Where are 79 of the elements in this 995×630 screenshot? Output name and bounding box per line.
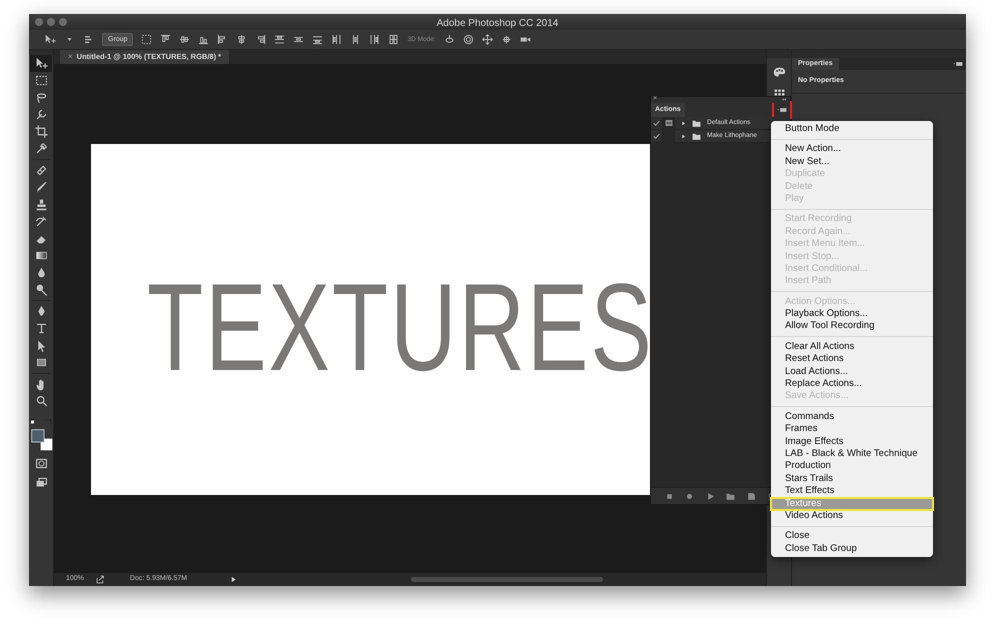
transform-controls-icon[interactable]: [141, 34, 152, 45]
distribute-icon[interactable]: [369, 34, 380, 45]
history-brush-tool[interactable]: [34, 215, 48, 228]
auto-align-icon[interactable]: [388, 34, 400, 45]
distribute-icon[interactable]: [331, 34, 342, 45]
auto-select-icon[interactable]: [83, 34, 94, 45]
rotate-3d-icon[interactable]: [444, 34, 455, 45]
menu-item[interactable]: Reset Actions: [771, 353, 933, 366]
menu-item[interactable]: New Set...: [771, 156, 933, 168]
menu-item[interactable]: Commands: [771, 410, 933, 424]
brush-tool[interactable]: [34, 181, 48, 194]
color-swatches[interactable]: [31, 429, 53, 451]
menu-item[interactable]: Allow Tool Recording: [771, 320, 933, 333]
roll-3d-icon[interactable]: [462, 34, 474, 45]
align-icon[interactable]: [236, 34, 248, 45]
distribute-icon[interactable]: [293, 34, 304, 45]
type-tool[interactable]: [34, 322, 48, 335]
quick-mask-icon[interactable]: [34, 457, 48, 470]
slide-3d-icon[interactable]: [500, 34, 512, 45]
folder-icon[interactable]: [726, 492, 736, 500]
palette-icon[interactable]: [772, 66, 786, 79]
canvas-text: TEXTURES: [147, 266, 651, 390]
check-icon[interactable]: [653, 132, 660, 140]
close-button[interactable]: [35, 18, 43, 26]
menu-item[interactable]: Stars Trails: [771, 472, 933, 486]
new-action-icon[interactable]: [746, 492, 756, 500]
gradient-tool[interactable]: [34, 249, 48, 262]
move-tool[interactable]: [34, 57, 48, 70]
menu-item[interactable]: Replace Actions...: [771, 378, 933, 390]
menu-item[interactable]: Frames: [771, 423, 933, 436]
close-tab-button[interactable]: ×: [64, 50, 77, 64]
panel-menu-icon[interactable]: [953, 59, 963, 69]
marquee-tool[interactable]: [34, 74, 48, 87]
shape-tool[interactable]: [34, 356, 48, 369]
swap-colors-icon[interactable]: [45, 418, 53, 427]
expand-arrow-icon[interactable]: [681, 134, 686, 138]
quick-select-tool[interactable]: [34, 108, 48, 121]
lasso-tool[interactable]: [34, 91, 48, 104]
menu-item[interactable]: Video Actions: [771, 510, 933, 522]
menu-item[interactable]: Image Effects: [771, 436, 933, 448]
eyedropper-tool[interactable]: [34, 142, 48, 155]
minimize-button[interactable]: [47, 18, 55, 26]
crop-tool[interactable]: [34, 125, 48, 138]
menu-item[interactable]: Close: [771, 530, 933, 543]
scrollbar[interactable]: [411, 577, 604, 582]
check-icon[interactable]: [653, 120, 660, 126]
play-icon[interactable]: [706, 492, 715, 500]
expand-arrow-icon[interactable]: [681, 120, 686, 126]
menu-item[interactable]: Close Tab Group: [771, 542, 933, 556]
zoom-button[interactable]: [59, 18, 67, 26]
distribute-icon[interactable]: [312, 34, 324, 45]
menu-item[interactable]: Button Mode: [771, 123, 933, 136]
distribute-icon[interactable]: [274, 34, 286, 45]
zoom-tool[interactable]: [34, 395, 48, 408]
menu-item[interactable]: Playback Options...: [771, 308, 933, 320]
dialog-icon: [664, 119, 672, 127]
play-icon[interactable]: [230, 576, 238, 583]
align-icon[interactable]: [255, 34, 266, 45]
menu-item[interactable]: LAB - Black & White Technique: [771, 448, 933, 460]
record-icon[interactable]: [685, 492, 694, 500]
screen-mode-icon[interactable]: [34, 476, 48, 489]
align-icon[interactable]: [198, 34, 210, 45]
menu-item[interactable]: Clear All Actions: [771, 340, 933, 354]
drag-3d-icon[interactable]: [482, 34, 493, 45]
menu-item[interactable]: Text Effects: [771, 485, 933, 498]
stop-icon[interactable]: [664, 492, 674, 500]
align-icon[interactable]: [160, 34, 172, 45]
panel-menu-icon: [777, 105, 787, 115]
dodge-tool[interactable]: [34, 283, 48, 296]
move-tool-icon[interactable]: [45, 34, 56, 45]
healing-tool[interactable]: [34, 164, 48, 177]
share-icon[interactable]: [96, 575, 105, 584]
window-title: Adobe Photoshop CC 2014: [436, 18, 558, 29]
align-icon[interactable]: [179, 34, 190, 45]
menu-item[interactable]: Production: [771, 460, 933, 473]
stamp-tool[interactable]: [34, 198, 48, 211]
dialog-toggle[interactable]: [663, 116, 675, 130]
menu-item[interactable]: Load Actions...: [771, 366, 933, 378]
menu-item[interactable]: New Action...: [771, 143, 933, 156]
